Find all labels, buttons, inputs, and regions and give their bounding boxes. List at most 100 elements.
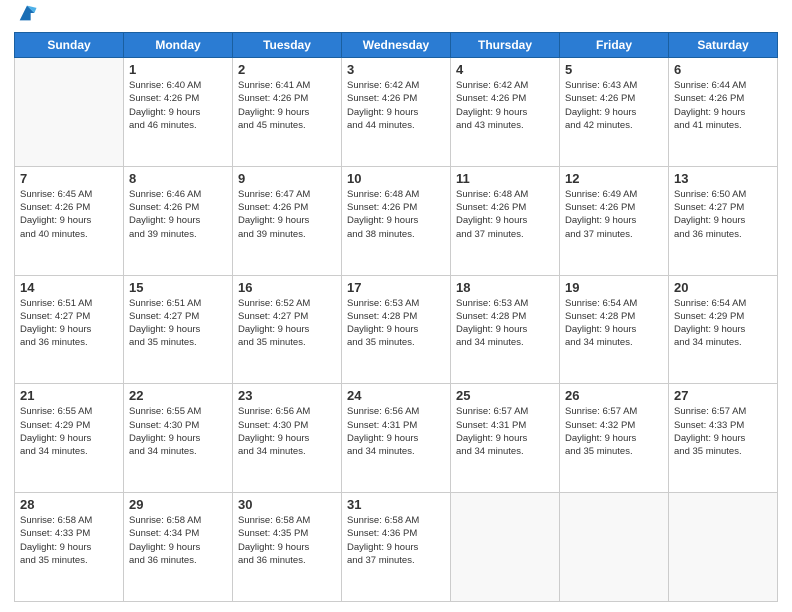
day-number: 19 <box>565 280 663 295</box>
day-cell: 12 Sunrise: 6:49 AM Sunset: 4:26 PM Dayli… <box>560 166 669 275</box>
day-cell: 9 Sunrise: 6:47 AM Sunset: 4:26 PM Daylig… <box>233 166 342 275</box>
day-number: 24 <box>347 388 445 403</box>
day-info: Sunrise: 6:40 AM Sunset: 4:26 PM Dayligh… <box>129 79 227 132</box>
weekday-header-thursday: Thursday <box>451 33 560 58</box>
day-info: Sunrise: 6:57 AM Sunset: 4:32 PM Dayligh… <box>565 405 663 458</box>
day-info: Sunrise: 6:42 AM Sunset: 4:26 PM Dayligh… <box>347 79 445 132</box>
weekday-header-row: SundayMondayTuesdayWednesdayThursdayFrid… <box>15 33 778 58</box>
day-number: 17 <box>347 280 445 295</box>
day-number: 22 <box>129 388 227 403</box>
day-cell: 26 Sunrise: 6:57 AM Sunset: 4:32 PM Dayli… <box>560 384 669 493</box>
day-info: Sunrise: 6:51 AM Sunset: 4:27 PM Dayligh… <box>129 297 227 350</box>
day-cell: 8 Sunrise: 6:46 AM Sunset: 4:26 PM Daylig… <box>124 166 233 275</box>
day-info: Sunrise: 6:44 AM Sunset: 4:26 PM Dayligh… <box>674 79 772 132</box>
day-number: 2 <box>238 62 336 77</box>
day-info: Sunrise: 6:57 AM Sunset: 4:31 PM Dayligh… <box>456 405 554 458</box>
day-cell: 30 Sunrise: 6:58 AM Sunset: 4:35 PM Dayli… <box>233 493 342 602</box>
day-info: Sunrise: 6:53 AM Sunset: 4:28 PM Dayligh… <box>347 297 445 350</box>
day-cell: 11Sunrise: 6:48 AM Sunset: 4:26 PM Dayli… <box>451 166 560 275</box>
day-info: Sunrise: 6:48 AM Sunset: 4:26 PM Dayligh… <box>347 188 445 241</box>
day-cell: 17 Sunrise: 6:53 AM Sunset: 4:28 PM Dayli… <box>342 275 451 384</box>
day-number: 23 <box>238 388 336 403</box>
day-cell: 24 Sunrise: 6:56 AM Sunset: 4:31 PM Dayli… <box>342 384 451 493</box>
week-row-2: 7 Sunrise: 6:45 AM Sunset: 4:26 PM Daylig… <box>15 166 778 275</box>
day-cell: 6 Sunrise: 6:44 AM Sunset: 4:26 PM Daylig… <box>669 58 778 167</box>
day-number: 21 <box>20 388 118 403</box>
logo-icon <box>16 2 38 24</box>
day-info: Sunrise: 6:56 AM Sunset: 4:31 PM Dayligh… <box>347 405 445 458</box>
day-info: Sunrise: 6:54 AM Sunset: 4:29 PM Dayligh… <box>674 297 772 350</box>
day-cell: 31 Sunrise: 6:58 AM Sunset: 4:36 PM Dayli… <box>342 493 451 602</box>
weekday-header-sunday: Sunday <box>15 33 124 58</box>
day-number: 4 <box>456 62 554 77</box>
day-number: 31 <box>347 497 445 512</box>
day-cell: 16 Sunrise: 6:52 AM Sunset: 4:27 PM Dayli… <box>233 275 342 384</box>
day-number: 7 <box>20 171 118 186</box>
day-number: 14 <box>20 280 118 295</box>
day-info: Sunrise: 6:47 AM Sunset: 4:26 PM Dayligh… <box>238 188 336 241</box>
day-info: Sunrise: 6:51 AM Sunset: 4:27 PM Dayligh… <box>20 297 118 350</box>
day-number: 26 <box>565 388 663 403</box>
weekday-header-monday: Monday <box>124 33 233 58</box>
day-number: 1 <box>129 62 227 77</box>
week-row-3: 14 Sunrise: 6:51 AM Sunset: 4:27 PM Dayli… <box>15 275 778 384</box>
day-number: 8 <box>129 171 227 186</box>
logo <box>14 10 38 24</box>
day-info: Sunrise: 6:58 AM Sunset: 4:34 PM Dayligh… <box>129 514 227 567</box>
day-number: 11 <box>456 171 554 186</box>
day-info: Sunrise: 6:50 AM Sunset: 4:27 PM Dayligh… <box>674 188 772 241</box>
day-cell: 15 Sunrise: 6:51 AM Sunset: 4:27 PM Dayli… <box>124 275 233 384</box>
day-number: 30 <box>238 497 336 512</box>
day-cell: 19Sunrise: 6:54 AM Sunset: 4:28 PM Dayli… <box>560 275 669 384</box>
day-info: Sunrise: 6:55 AM Sunset: 4:30 PM Dayligh… <box>129 405 227 458</box>
day-info: Sunrise: 6:55 AM Sunset: 4:29 PM Dayligh… <box>20 405 118 458</box>
day-cell: 4Sunrise: 6:42 AM Sunset: 4:26 PM Daylig… <box>451 58 560 167</box>
day-number: 25 <box>456 388 554 403</box>
calendar-table: SundayMondayTuesdayWednesdayThursdayFrid… <box>14 32 778 602</box>
day-info: Sunrise: 6:41 AM Sunset: 4:26 PM Dayligh… <box>238 79 336 132</box>
day-cell: 20 Sunrise: 6:54 AM Sunset: 4:29 PM Dayli… <box>669 275 778 384</box>
day-number: 9 <box>238 171 336 186</box>
day-number: 20 <box>674 280 772 295</box>
day-info: Sunrise: 6:49 AM Sunset: 4:26 PM Dayligh… <box>565 188 663 241</box>
day-cell: 5Sunrise: 6:43 AM Sunset: 4:26 PM Daylig… <box>560 58 669 167</box>
day-cell: 18Sunrise: 6:53 AM Sunset: 4:28 PM Dayli… <box>451 275 560 384</box>
day-number: 12 <box>565 171 663 186</box>
day-cell: 22 Sunrise: 6:55 AM Sunset: 4:30 PM Dayli… <box>124 384 233 493</box>
day-cell: 10 Sunrise: 6:48 AM Sunset: 4:26 PM Dayli… <box>342 166 451 275</box>
day-number: 29 <box>129 497 227 512</box>
page: SundayMondayTuesdayWednesdayThursdayFrid… <box>0 0 792 612</box>
day-cell: 1 Sunrise: 6:40 AM Sunset: 4:26 PM Daylig… <box>124 58 233 167</box>
weekday-header-saturday: Saturday <box>669 33 778 58</box>
day-number: 3 <box>347 62 445 77</box>
day-cell: 7 Sunrise: 6:45 AM Sunset: 4:26 PM Daylig… <box>15 166 124 275</box>
day-cell: 21 Sunrise: 6:55 AM Sunset: 4:29 PM Dayli… <box>15 384 124 493</box>
day-cell: 28Sunrise: 6:58 AM Sunset: 4:33 PM Dayli… <box>15 493 124 602</box>
week-row-5: 28Sunrise: 6:58 AM Sunset: 4:33 PM Dayli… <box>15 493 778 602</box>
day-info: Sunrise: 6:56 AM Sunset: 4:30 PM Dayligh… <box>238 405 336 458</box>
day-number: 5 <box>565 62 663 77</box>
weekday-header-friday: Friday <box>560 33 669 58</box>
day-cell <box>451 493 560 602</box>
day-info: Sunrise: 6:58 AM Sunset: 4:36 PM Dayligh… <box>347 514 445 567</box>
day-number: 13 <box>674 171 772 186</box>
day-cell: 13 Sunrise: 6:50 AM Sunset: 4:27 PM Dayli… <box>669 166 778 275</box>
week-row-4: 21 Sunrise: 6:55 AM Sunset: 4:29 PM Dayli… <box>15 384 778 493</box>
day-number: 10 <box>347 171 445 186</box>
day-number: 6 <box>674 62 772 77</box>
day-info: Sunrise: 6:46 AM Sunset: 4:26 PM Dayligh… <box>129 188 227 241</box>
weekday-header-wednesday: Wednesday <box>342 33 451 58</box>
day-info: Sunrise: 6:45 AM Sunset: 4:26 PM Dayligh… <box>20 188 118 241</box>
day-number: 28 <box>20 497 118 512</box>
day-cell: 14 Sunrise: 6:51 AM Sunset: 4:27 PM Dayli… <box>15 275 124 384</box>
day-number: 18 <box>456 280 554 295</box>
day-cell: 29 Sunrise: 6:58 AM Sunset: 4:34 PM Dayli… <box>124 493 233 602</box>
day-cell: 27Sunrise: 6:57 AM Sunset: 4:33 PM Dayli… <box>669 384 778 493</box>
day-number: 15 <box>129 280 227 295</box>
day-cell: 25 Sunrise: 6:57 AM Sunset: 4:31 PM Dayli… <box>451 384 560 493</box>
week-row-1: 1 Sunrise: 6:40 AM Sunset: 4:26 PM Daylig… <box>15 58 778 167</box>
day-info: Sunrise: 6:57 AM Sunset: 4:33 PM Dayligh… <box>674 405 772 458</box>
day-info: Sunrise: 6:58 AM Sunset: 4:35 PM Dayligh… <box>238 514 336 567</box>
day-number: 16 <box>238 280 336 295</box>
day-info: Sunrise: 6:52 AM Sunset: 4:27 PM Dayligh… <box>238 297 336 350</box>
